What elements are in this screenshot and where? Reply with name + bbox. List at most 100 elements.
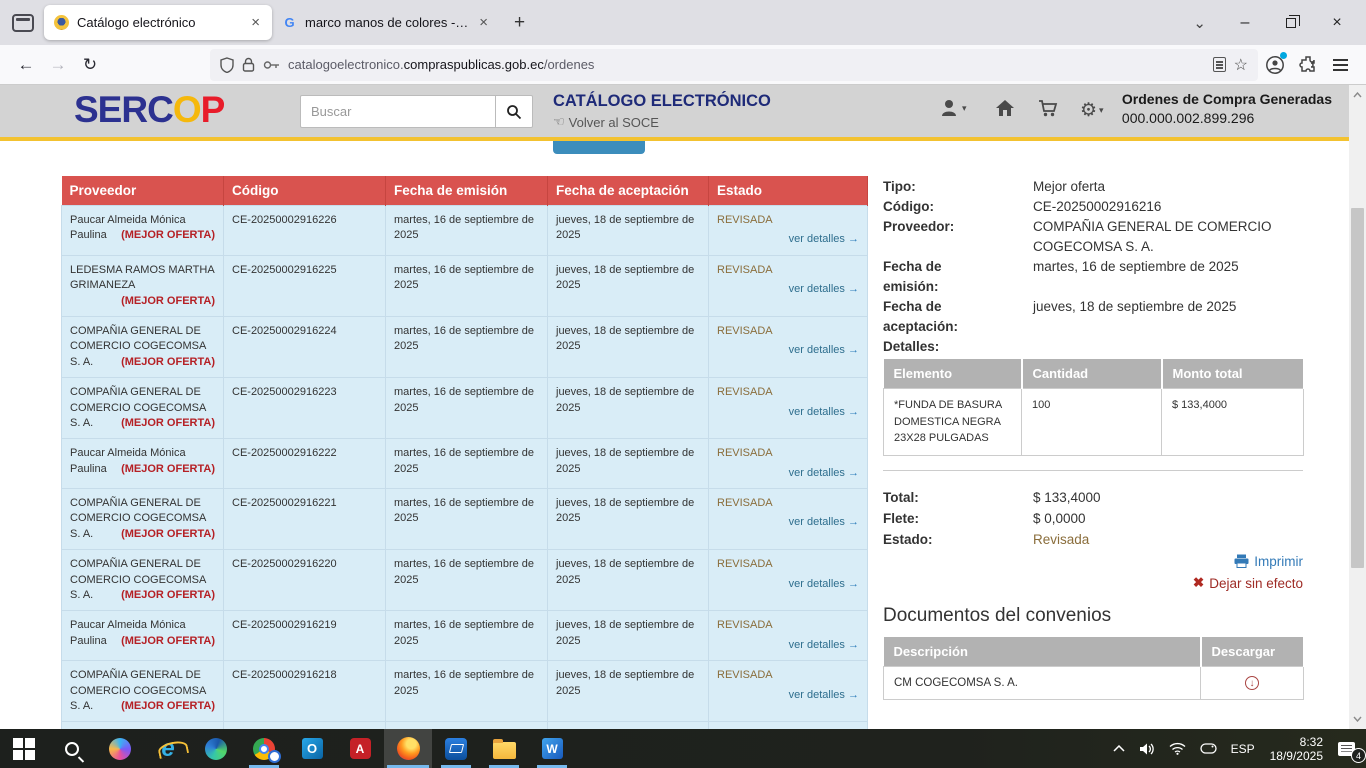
aceptacion-label: Fecha de aceptación: bbox=[883, 297, 983, 337]
wifi-icon[interactable] bbox=[1162, 729, 1193, 768]
acceptance-date: jueves, 18 de septiembre de 2025 bbox=[548, 316, 709, 377]
scrollbar-thumb[interactable] bbox=[1351, 208, 1364, 568]
order-code: CE-20250002916221 bbox=[224, 489, 386, 550]
outlook-icon[interactable]: O bbox=[288, 729, 336, 768]
internet-explorer-icon[interactable]: e bbox=[144, 729, 192, 768]
search-button[interactable] bbox=[496, 95, 533, 128]
provider-name: LEDESMA RAMOS MARTHA GRIMANEZA bbox=[70, 264, 214, 291]
forward-button[interactable]: → bbox=[42, 50, 74, 80]
status-badge: REVISADA bbox=[717, 618, 859, 633]
table-row: COMPAÑIA GENERAL DE COMERCIO COGECOMSA S… bbox=[62, 316, 868, 377]
ver-detalles-link[interactable]: ver detalles → bbox=[717, 688, 859, 703]
shield-icon[interactable] bbox=[220, 57, 234, 73]
status-badge: REVISADA bbox=[717, 324, 859, 339]
minimize-button[interactable]: – bbox=[1222, 6, 1268, 40]
status-cell: REVISADA ver detalles → bbox=[709, 206, 868, 256]
language-indicator[interactable]: ESP bbox=[1224, 729, 1262, 768]
page-title: CATÁLOGO ELECTRÓNICO bbox=[553, 92, 771, 111]
volume-icon[interactable] bbox=[1132, 729, 1162, 768]
emission-date: martes, 16 de septiembre de 2025 bbox=[386, 316, 548, 377]
table-row: COMPAÑIA GENERAL DE COMERCIO COGECOMSA S… bbox=[62, 722, 868, 729]
back-button[interactable]: ← bbox=[10, 50, 42, 80]
edge-icon[interactable] bbox=[192, 729, 240, 768]
lock-icon[interactable] bbox=[242, 57, 255, 72]
tipo-label: Tipo: bbox=[883, 177, 983, 197]
url-bar[interactable]: catalogoelectronico.compraspublicas.gob.… bbox=[210, 49, 1258, 81]
close-button[interactable]: × bbox=[1314, 6, 1360, 40]
scroll-down-icon[interactable] bbox=[1349, 711, 1366, 727]
item-name: *FUNDA DE BASURA DOMESTICA NEGRA 23X28 P… bbox=[884, 389, 1022, 456]
order-code: CE-20250002916220 bbox=[224, 550, 386, 611]
clipped-blue-button[interactable] bbox=[553, 141, 645, 154]
status-cell: REVISADA ver detalles → bbox=[709, 439, 868, 489]
scroll-up-icon[interactable] bbox=[1349, 87, 1366, 103]
ver-detalles-link[interactable]: ver detalles → bbox=[717, 343, 859, 358]
ver-detalles-link[interactable]: ver detalles → bbox=[717, 466, 859, 481]
account-icon[interactable] bbox=[1258, 50, 1292, 80]
best-offer-label: (MEJOR OFERTA) bbox=[121, 699, 215, 714]
copilot-icon[interactable] bbox=[96, 729, 144, 768]
tab-list-chevron-icon[interactable]: ⌄ bbox=[1177, 14, 1222, 32]
imprimir-link[interactable]: Imprimir bbox=[1234, 554, 1303, 569]
search-input[interactable] bbox=[300, 95, 496, 128]
aceptacion-value: jueves, 18 de septiembre de 2025 bbox=[1033, 297, 1303, 337]
file-explorer-icon[interactable] bbox=[480, 729, 528, 768]
arrow-right-icon: → bbox=[848, 578, 859, 590]
tray-chevron-icon[interactable] bbox=[1106, 729, 1132, 768]
orders-summary: Ordenes de Compra Generadas 000.000.002.… bbox=[1122, 91, 1332, 126]
ver-detalles-link[interactable]: ver detalles → bbox=[717, 405, 859, 420]
user-menu-icon[interactable]: ▾ bbox=[940, 99, 967, 117]
ecuador-favicon-icon bbox=[54, 15, 69, 30]
volver-soce-link[interactable]: ☜Volver al SOCE bbox=[553, 114, 771, 130]
key-icon[interactable] bbox=[263, 60, 280, 70]
clock[interactable]: 8:3218/9/2025 bbox=[1262, 729, 1331, 768]
status-badge: REVISADA bbox=[717, 213, 859, 228]
vertical-scrollbar[interactable] bbox=[1349, 85, 1366, 729]
bookmark-star-icon[interactable]: ☆ bbox=[1234, 55, 1248, 75]
dejar-sin-efecto-link[interactable]: ✖ Dejar sin efecto bbox=[1193, 575, 1303, 591]
reader-mode-icon[interactable] bbox=[1213, 57, 1226, 72]
tab-close-icon[interactable]: × bbox=[477, 14, 490, 31]
firefox-view-icon[interactable] bbox=[12, 14, 34, 32]
home-icon[interactable] bbox=[995, 99, 1015, 122]
col-codigo: Código bbox=[224, 176, 386, 206]
download-icon[interactable]: ↓ bbox=[1245, 676, 1259, 690]
order-code: CE-20250002916223 bbox=[224, 378, 386, 439]
emission-date: martes, 16 de septiembre de 2025 bbox=[386, 378, 548, 439]
ver-detalles-link[interactable]: ver detalles → bbox=[717, 232, 859, 247]
new-tab-button[interactable]: + bbox=[500, 12, 539, 34]
extensions-puzzle-icon[interactable] bbox=[1292, 50, 1324, 80]
ver-detalles-link[interactable]: ver detalles → bbox=[717, 515, 859, 530]
ver-detalles-link[interactable]: ver detalles → bbox=[717, 282, 859, 297]
ver-detalles-link[interactable]: ver detalles → bbox=[717, 577, 859, 592]
taskbar-search-icon[interactable] bbox=[48, 729, 96, 768]
restore-button[interactable] bbox=[1268, 6, 1314, 40]
acceptance-date: jueves, 18 de septiembre de 2025 bbox=[548, 255, 709, 316]
chrome-icon[interactable] bbox=[240, 729, 288, 768]
tab-close-icon[interactable]: × bbox=[249, 14, 262, 31]
tab-busqueda[interactable]: G marco manos de colores - Busca × bbox=[272, 5, 500, 40]
settings-gear-icon[interactable]: ⚙▾ bbox=[1080, 99, 1104, 122]
order-code: CE-20250002916217 bbox=[224, 722, 386, 729]
menu-hamburger-icon[interactable] bbox=[1324, 50, 1356, 80]
start-button[interactable] bbox=[0, 729, 48, 768]
cart-icon[interactable] bbox=[1038, 99, 1059, 123]
scanner-app-icon[interactable] bbox=[432, 729, 480, 768]
tab-catalogo[interactable]: Catálogo electrónico × bbox=[44, 5, 272, 40]
word-icon[interactable]: W bbox=[528, 729, 576, 768]
site-header: SERCOP CATÁLOGO ELECTRÓNICO ☜Volver al S… bbox=[0, 85, 1366, 141]
best-offer-label: (MEJOR OFERTA) bbox=[121, 228, 215, 243]
firefox-icon[interactable] bbox=[384, 729, 432, 768]
reload-button[interactable]: ↻ bbox=[74, 50, 106, 80]
connect-display-icon[interactable] bbox=[1193, 729, 1224, 768]
sercop-logo[interactable]: SERCOP bbox=[74, 89, 224, 131]
ver-detalles-link[interactable]: ver detalles → bbox=[717, 638, 859, 653]
notification-center-icon[interactable]: 4 bbox=[1331, 729, 1362, 768]
table-row: COMPAÑIA GENERAL DE COMERCIO COGECOMSA S… bbox=[62, 378, 868, 439]
emision-label: Fecha de emisión: bbox=[883, 257, 983, 297]
items-body: *FUNDA DE BASURA DOMESTICA NEGRA 23X28 P… bbox=[884, 389, 1304, 456]
acrobat-icon[interactable]: A bbox=[336, 729, 384, 768]
best-offer-label: (MEJOR OFERTA) bbox=[121, 527, 215, 542]
col-descargar: Descargar bbox=[1201, 637, 1304, 667]
acceptance-date: jueves, 18 de septiembre de 2025 bbox=[548, 722, 709, 729]
